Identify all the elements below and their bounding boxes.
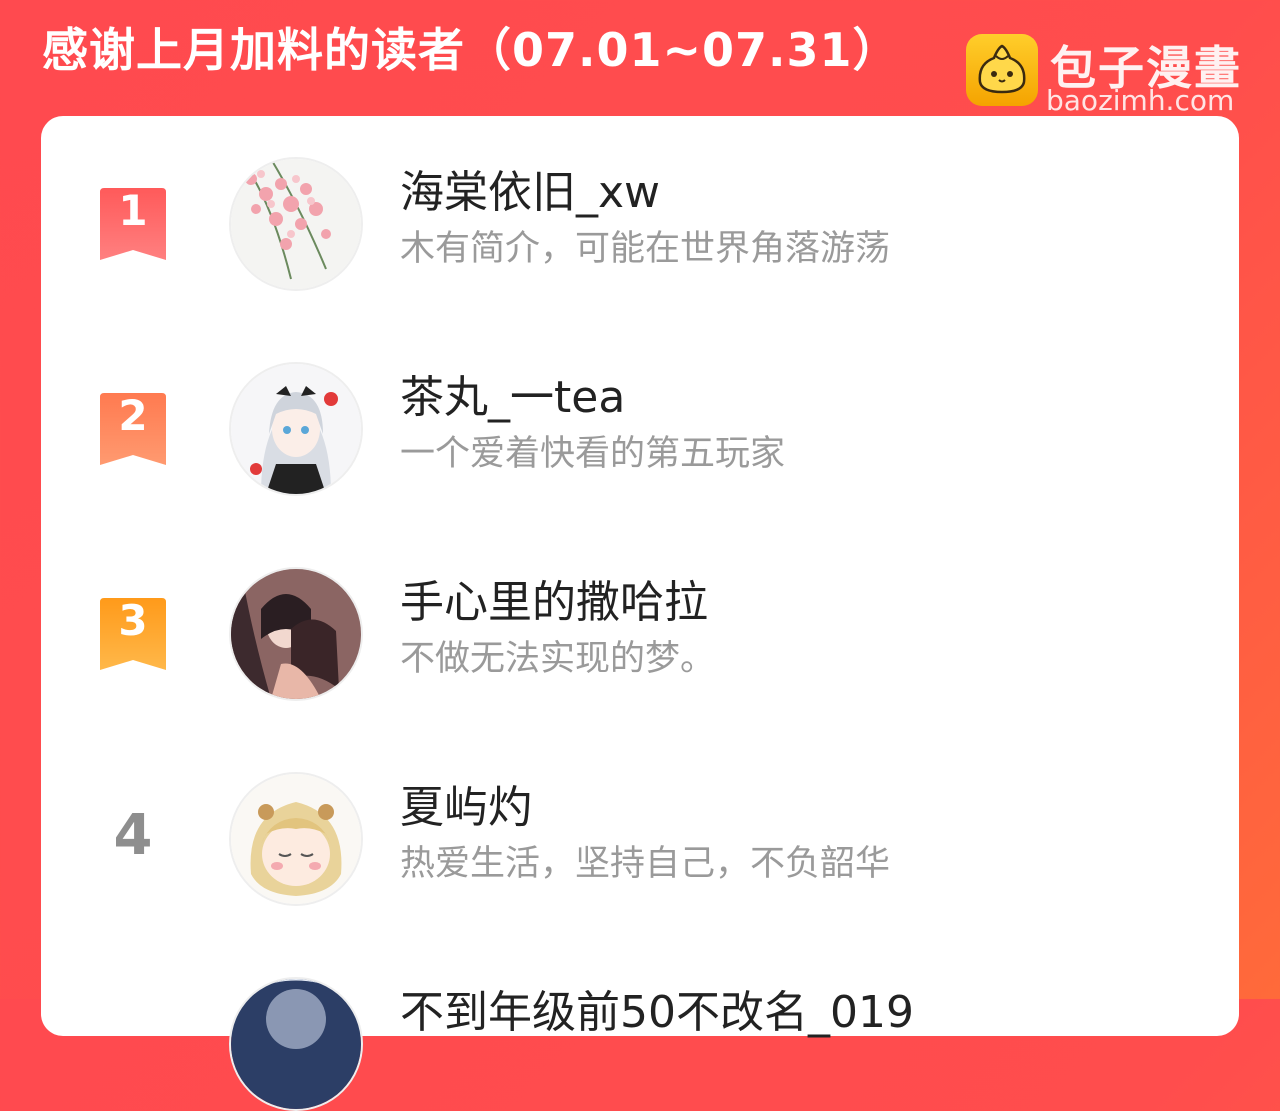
chibi-girl-avatar[interactable] [229,772,363,906]
reader-list-card: 1 海棠依旧_xw 木有简介，可能在世界角落游荡 2 茶丸_一tea 一个爱着快… [41,116,1239,1111]
rank-number: 3 [118,596,148,645]
rank-number: 4 [113,803,153,868]
couple-art-avatar[interactable] [229,567,363,701]
reader-name[interactable]: 茶丸_一tea [400,361,625,425]
reader-bio: 木有简介，可能在世界角落游荡 [400,229,891,269]
rank-number: 1 [118,186,148,235]
reader-bio: 热爱生活，坚持自己，不负韶华 [400,844,891,884]
page-title: 感谢上月加料的读者（07.01~07.31） [42,23,900,77]
list-item[interactable]: 1 海棠依旧_xw 木有简介，可能在世界角落游荡 [41,116,1239,291]
watermark-url: baozimh.com [1046,84,1235,117]
watermark: 包子漫畫 baozimh.com [966,34,1256,118]
anime-maid-avatar[interactable] [229,362,363,496]
reader-bio: 不做无法实现的梦。 [400,639,716,679]
list-item[interactable]: 3 手心里的撒哈拉 不做无法实现的梦。 [41,526,1239,701]
rank-number: 2 [118,391,148,440]
reader-name[interactable]: 手心里的撒哈拉 [400,566,708,630]
reader-name[interactable]: 海棠依旧_xw [400,156,660,220]
rank-badge-2: 2 [98,391,168,465]
blue-art-avatar[interactable] [229,977,363,1111]
reader-name[interactable]: 夏屿灼 [400,771,532,835]
reader-name[interactable]: 不到年级前50不改名_019 [400,976,914,1040]
flower-avatar[interactable] [229,157,363,291]
list-item[interactable]: 4 夏屿灼 热爱生活，坚持自己，不负韶华 [41,731,1239,906]
list-item[interactable]: 2 茶丸_一tea 一个爱着快看的第五玩家 [41,321,1239,496]
rank-badge-1: 1 [98,186,168,260]
reader-bio: 一个爱着快看的第五玩家 [400,434,786,474]
rank-badge-3: 3 [98,596,168,670]
baozi-logo-icon [966,34,1038,106]
list-item[interactable]: 不到年级前50不改名_019 [41,936,1239,1111]
